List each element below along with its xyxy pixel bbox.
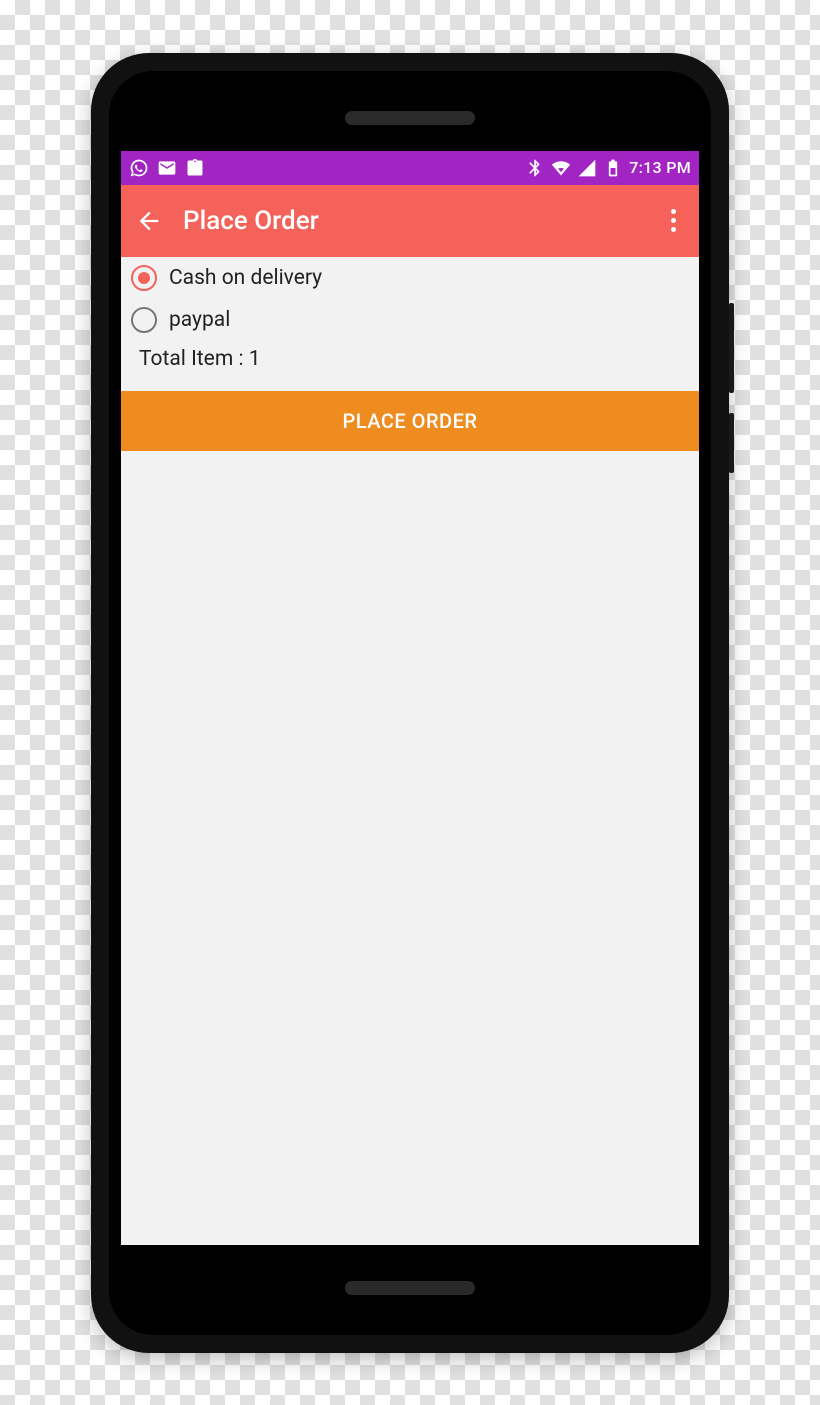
payment-option-cod[interactable]: Cash on delivery xyxy=(121,257,699,299)
status-time: 7:13 PM xyxy=(629,158,691,177)
total-items-label: Total Item : 1 xyxy=(121,341,699,385)
phone-bezel: 7:13 PM Place Order Cash on d xyxy=(109,71,711,1335)
phone-speaker xyxy=(345,111,475,125)
content-area: Cash on delivery paypal Total Item : 1 P… xyxy=(121,257,699,1245)
payment-option-label: paypal xyxy=(169,308,230,332)
page-title: Place Order xyxy=(183,206,641,236)
overflow-menu-button[interactable] xyxy=(659,203,687,238)
status-right: 7:13 PM xyxy=(525,158,691,178)
payment-option-paypal[interactable]: paypal xyxy=(121,299,699,341)
battery-icon xyxy=(603,158,623,178)
app-bar: Place Order xyxy=(121,185,699,257)
radio-unselected-icon xyxy=(131,307,157,333)
arrow-left-icon xyxy=(135,207,163,235)
radio-selected-icon xyxy=(131,265,157,291)
place-order-button[interactable]: PLACE ORDER xyxy=(121,391,699,451)
clipboard-icon xyxy=(185,158,205,178)
wifi-icon xyxy=(551,158,571,178)
bluetooth-icon xyxy=(525,158,545,178)
phone-side-button xyxy=(729,413,734,473)
phone-side-button xyxy=(729,303,734,393)
status-left xyxy=(129,158,205,178)
whatsapp-icon xyxy=(129,158,149,178)
phone-speaker-bottom xyxy=(345,1281,475,1295)
payment-option-label: Cash on delivery xyxy=(169,266,322,290)
back-button[interactable] xyxy=(133,205,165,237)
status-bar: 7:13 PM xyxy=(121,151,699,185)
gmail-icon xyxy=(157,158,177,178)
dots-vertical-icon xyxy=(671,209,676,214)
signal-icon xyxy=(577,158,597,178)
screen: 7:13 PM Place Order Cash on d xyxy=(121,151,699,1245)
phone-frame: 7:13 PM Place Order Cash on d xyxy=(91,53,729,1353)
